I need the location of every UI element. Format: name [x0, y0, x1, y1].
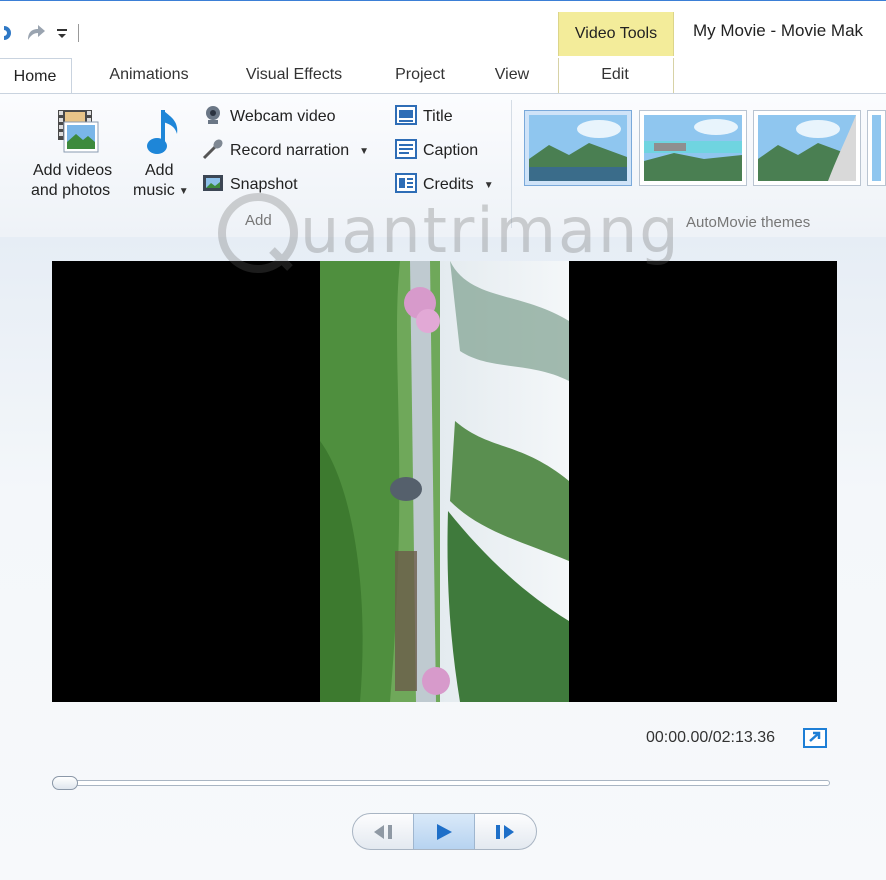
music-note-icon	[145, 106, 185, 163]
automovie-themes-label: AutoMovie themes	[686, 214, 811, 231]
timecode-display: 00:00.00/02:13.36	[646, 729, 776, 746]
webcam-video-label: Webcam video	[230, 108, 336, 125]
qat-separator	[78, 24, 79, 42]
previous-frame-icon	[374, 824, 392, 839]
caption-label: Caption	[423, 142, 479, 159]
quick-access-toolbar	[4, 22, 79, 44]
credits-button[interactable]: Credits ▼	[395, 172, 494, 198]
theme-preview-image	[529, 115, 627, 181]
video-frame	[320, 261, 569, 702]
webcam-video-button[interactable]: Webcam video	[202, 104, 336, 130]
next-frame-button[interactable]	[474, 814, 536, 849]
add-videos-label-line2: and photos	[31, 182, 111, 199]
credits-label: Credits	[423, 176, 474, 193]
snapshot-icon	[202, 172, 224, 199]
tab-animations[interactable]: Animations	[90, 58, 208, 92]
add-music-label-line2: music ▼	[133, 182, 189, 200]
add-music-label-text: music	[133, 182, 175, 199]
title-label: Title	[423, 108, 453, 125]
theme-preview-image	[644, 115, 742, 181]
dropdown-arrow-icon: ▼	[359, 145, 370, 157]
caption-button[interactable]: Caption	[395, 138, 478, 164]
fullscreen-button[interactable]	[802, 727, 828, 749]
tab-visual-effects[interactable]: Visual Effects	[228, 58, 360, 92]
dropdown-arrow-icon: ▼	[178, 185, 189, 197]
expand-icon	[803, 728, 827, 748]
record-narration-label: Record narration	[230, 142, 350, 159]
theme-thumbnail-4[interactable]	[867, 110, 886, 186]
theme-preview-image	[758, 115, 856, 181]
add-videos-label-line1: Add videos	[33, 162, 113, 179]
next-frame-icon	[496, 824, 514, 839]
redo-arrow-icon[interactable]	[4, 24, 14, 42]
play-button[interactable]	[413, 814, 475, 849]
theme-thumbnail-3[interactable]	[753, 110, 861, 186]
play-icon	[437, 823, 452, 840]
playback-controls	[352, 813, 537, 850]
tab-view[interactable]: View	[480, 58, 544, 92]
title-icon	[395, 104, 417, 130]
previous-frame-button[interactable]	[353, 814, 413, 849]
add-videos-button[interactable]: Add videos and photos	[28, 104, 128, 204]
tab-edit[interactable]: Edit	[558, 58, 672, 92]
redo-icon[interactable]	[24, 24, 46, 42]
theme-preview-image	[872, 115, 881, 181]
theme-thumbnail-1[interactable]	[524, 110, 632, 186]
tab-home[interactable]: Home	[0, 58, 72, 95]
tab-project[interactable]: Project	[380, 58, 460, 92]
dropdown-arrow-icon: ▼	[483, 179, 494, 191]
ribbon: Add videos and photos Add music ▼ Webcam …	[0, 93, 886, 238]
snapshot-button[interactable]: Snapshot	[202, 172, 298, 198]
customize-qat-icon[interactable]	[56, 26, 68, 40]
film-photo-icon	[56, 108, 100, 159]
snapshot-label: Snapshot	[230, 176, 298, 193]
rotated-landscape-image	[320, 261, 569, 702]
add-group-label: Add	[245, 212, 272, 229]
webcam-icon	[202, 104, 224, 131]
add-music-button[interactable]: Add music ▼	[131, 104, 195, 204]
video-tools-tab-group: Video Tools	[558, 12, 674, 56]
add-music-label-line1: Add	[145, 162, 174, 179]
seek-handle[interactable]	[52, 776, 78, 790]
seek-bar[interactable]	[52, 780, 830, 786]
ribbon-group-separator	[511, 100, 512, 228]
title-button[interactable]: Title	[395, 104, 453, 130]
caption-icon	[395, 138, 417, 164]
theme-thumbnail-2[interactable]	[639, 110, 747, 186]
record-narration-button[interactable]: Record narration ▼	[202, 138, 369, 164]
credits-icon	[395, 172, 417, 198]
ribbon-tabs: Home Animations Visual Effects Project V…	[0, 58, 886, 95]
window-title: My Movie - Movie Mak	[693, 21, 864, 40]
microphone-icon	[202, 138, 224, 165]
